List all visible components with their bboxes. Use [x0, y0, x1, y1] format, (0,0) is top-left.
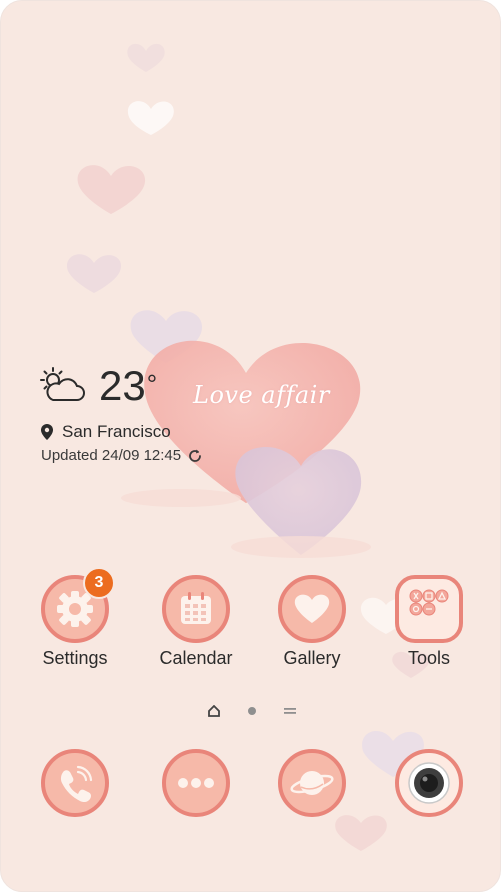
updated-label: Updated 24/09 12:45 — [41, 447, 182, 464]
app-tools-folder[interactable]: Tools — [379, 575, 479, 669]
home-indicator-icon[interactable] — [207, 705, 220, 717]
partly-cloudy-icon — [40, 367, 85, 401]
camera-icon — [408, 762, 450, 804]
app-label: Tools — [407, 648, 451, 668]
weather-updated: Updated 24/09 12:45 — [41, 447, 203, 464]
app-calendar[interactable]: Calendar — [146, 575, 246, 669]
phone-icon — [60, 765, 93, 803]
dock-camera[interactable] — [379, 749, 479, 817]
app-label: Calendar — [159, 648, 233, 668]
home-screen: 23 ° Love affair San Francisco Updated 24… — [0, 0, 501, 892]
temperature: 23 — [99, 362, 146, 409]
app-label: Settings — [42, 648, 108, 668]
menu-indicator-icon[interactable] — [283, 706, 296, 716]
page-indicator[interactable] — [1, 705, 500, 717]
dock-browser[interactable] — [262, 749, 362, 817]
location-label: San Francisco — [62, 422, 171, 441]
degree-symbol: ° — [146, 369, 158, 399]
dock-messages[interactable] — [146, 749, 246, 817]
heart-icon — [294, 594, 330, 623]
browser-planet-icon — [290, 771, 334, 795]
notification-badge: 3 — [83, 567, 115, 599]
wallpaper-tagline: Love affair — [193, 381, 330, 409]
location-pin-icon — [41, 424, 53, 440]
dock-phone[interactable] — [25, 749, 125, 817]
calendar-icon — [181, 592, 211, 624]
app-settings[interactable]: 3 Settings — [25, 567, 125, 669]
page-dot[interactable] — [247, 707, 256, 715]
app-label: Gallery — [283, 648, 341, 668]
messages-icon — [178, 778, 214, 788]
app-gallery[interactable]: Gallery — [262, 575, 362, 669]
tools-folder-icon — [409, 589, 449, 616]
refresh-icon[interactable] — [187, 448, 203, 464]
weather-location[interactable]: San Francisco — [41, 422, 171, 442]
